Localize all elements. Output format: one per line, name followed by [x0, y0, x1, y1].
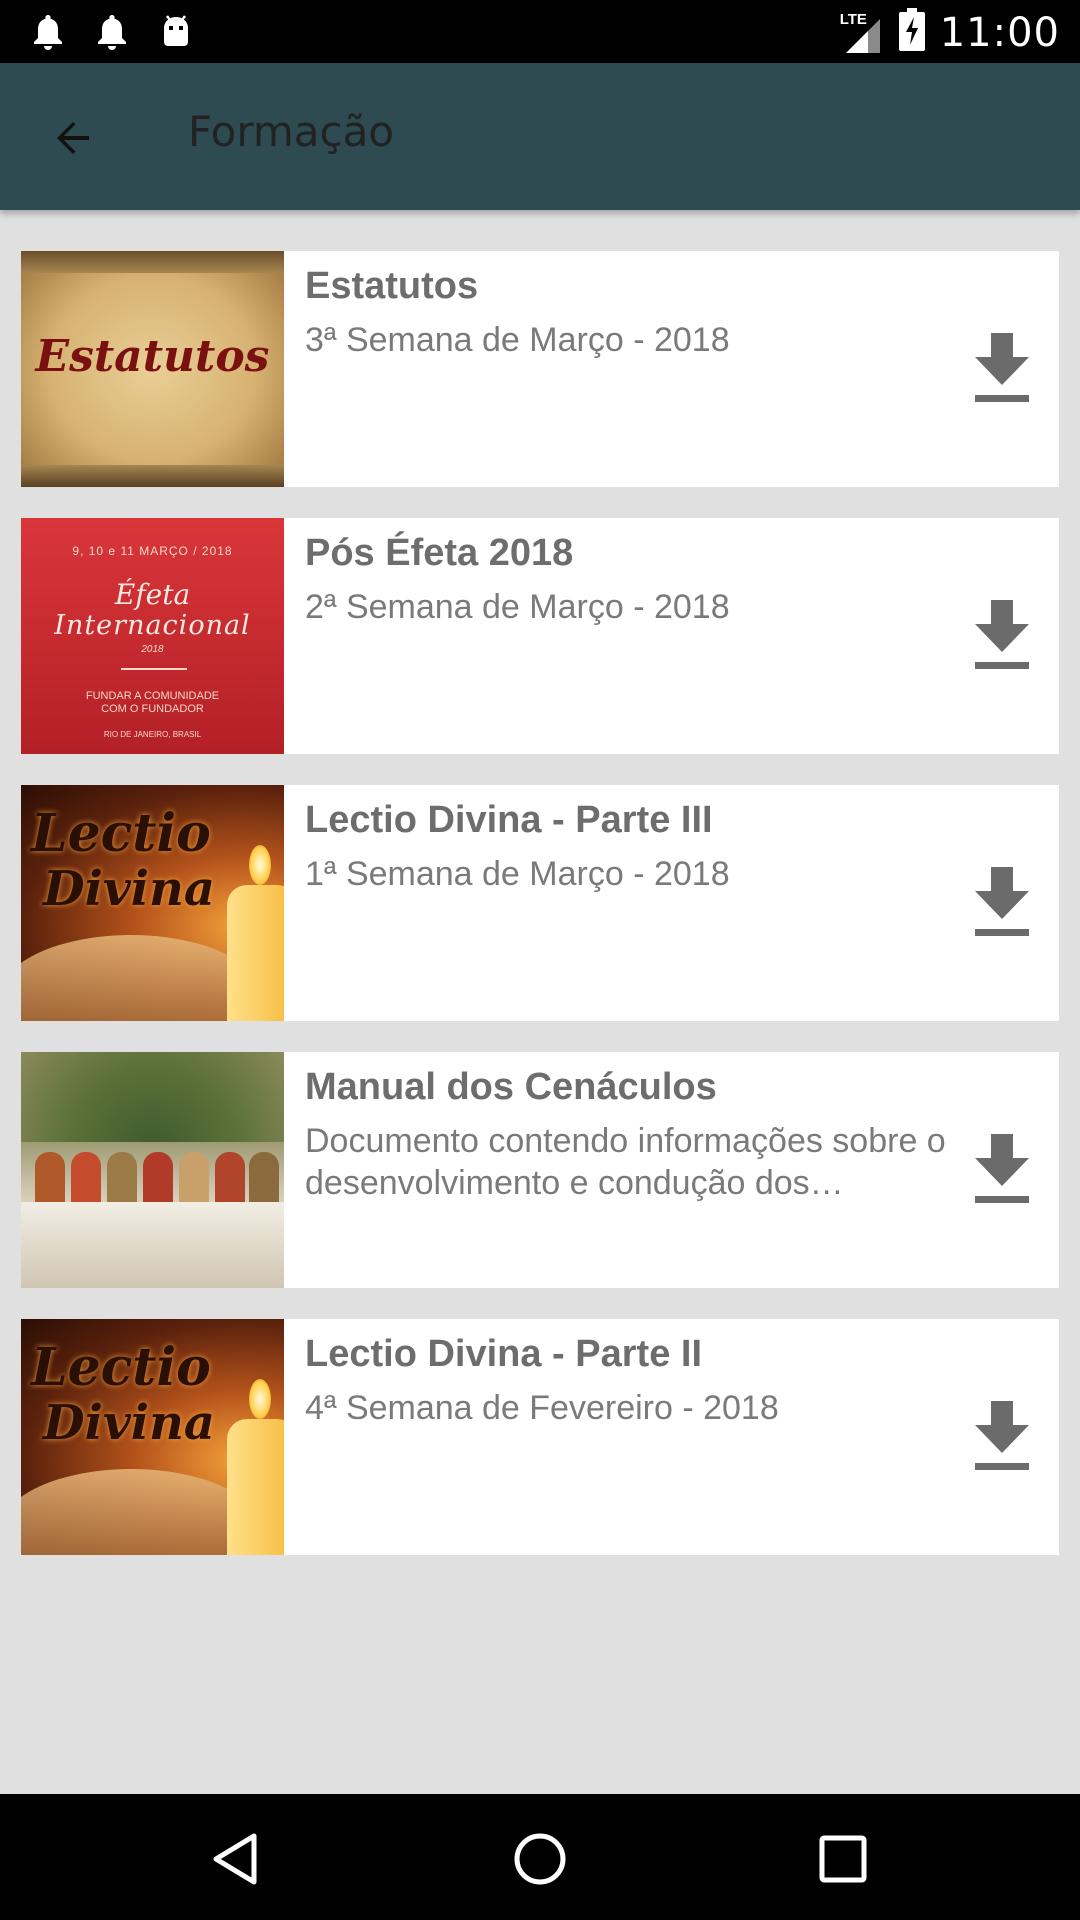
download-button[interactable]: [971, 1397, 1033, 1473]
item-title: Lectio Divina - Parte III: [305, 799, 713, 841]
thumbnail-text: 2018: [141, 644, 164, 655]
item-thumbnail: [21, 1052, 284, 1288]
download-button[interactable]: [971, 1130, 1033, 1206]
scroll-edge: [21, 251, 284, 273]
item-subtitle: 1ª Semana de Março - 2018: [305, 855, 730, 893]
android-debug-icon: [154, 10, 198, 54]
item-title: Pós Éfeta 2018: [305, 532, 574, 574]
status-indicators: LTE 11:00: [840, 8, 1060, 57]
list-item[interactable]: Estatutos Estatutos 3ª Semana de Março -…: [21, 251, 1059, 487]
item-thumbnail: Lectio Divina: [21, 785, 284, 1021]
scroll-edge: [21, 465, 284, 487]
recents-square-icon: [819, 1835, 867, 1883]
painting-background: [21, 1052, 284, 1142]
nav-recents-button[interactable]: [808, 1824, 878, 1894]
list-item[interactable]: 9, 10 e 11 MARÇO / 2018 Éfeta Internacio…: [21, 518, 1059, 754]
thumbnail-text: Internacional: [54, 610, 251, 641]
list-item[interactable]: Lectio Divina Lectio Divina - Parte III …: [21, 785, 1059, 1021]
thumbnail-text: Éfeta: [114, 578, 191, 611]
back-triangle-icon: [213, 1833, 257, 1885]
battery-charging-icon: [898, 8, 926, 57]
arrow-back-icon: [57, 122, 89, 154]
item-title: Manual dos Cenáculos: [305, 1066, 717, 1108]
notification-bell-icon: [90, 10, 134, 54]
nav-back-button[interactable]: [200, 1824, 270, 1894]
divider: [121, 668, 187, 670]
book-shape: [21, 1469, 261, 1555]
item-thumbnail: Lectio Divina: [21, 1319, 284, 1555]
app-bar: Formação: [0, 63, 1080, 210]
flame-shape: [249, 845, 271, 885]
download-icon: [975, 600, 1029, 669]
thumbnail-text: Divina: [43, 1395, 215, 1451]
book-shape: [21, 935, 261, 1021]
item-thumbnail: Estatutos: [21, 251, 284, 487]
nav-home-button[interactable]: [505, 1824, 575, 1894]
navigation-bar: [0, 1794, 1080, 1920]
status-notifications: [26, 10, 198, 54]
list-item[interactable]: Manual dos Cenáculos Documento contendo …: [21, 1052, 1059, 1288]
flame-shape: [249, 1379, 271, 1419]
download-button[interactable]: [971, 596, 1033, 672]
item-subtitle: Documento contendo informações sobre o d…: [305, 1122, 946, 1202]
back-button[interactable]: [38, 103, 108, 173]
download-icon: [975, 867, 1029, 936]
item-thumbnail: 9, 10 e 11 MARÇO / 2018 Éfeta Internacio…: [21, 518, 284, 754]
status-bar: LTE 11:00: [0, 0, 1080, 63]
thumbnail-text: FUNDAR A COMUNIDADE COM O FUNDADOR: [21, 690, 284, 716]
table-shape: [21, 1202, 284, 1288]
thumbnail-text: RIO DE JANEIRO, BRASIL: [103, 730, 202, 739]
candle-shape: [227, 885, 284, 1021]
home-circle-icon: [514, 1833, 566, 1885]
document-list: Estatutos Estatutos 3ª Semana de Março -…: [21, 251, 1059, 1586]
thumbnail-text: Lectio: [31, 1337, 211, 1398]
item-title: Lectio Divina - Parte II: [305, 1333, 702, 1375]
candle-shape: [227, 1419, 284, 1555]
download-icon: [975, 1401, 1029, 1470]
signal-icon: LTE: [840, 11, 884, 55]
item-subtitle: 4ª Semana de Fevereiro - 2018: [305, 1389, 779, 1427]
download-button[interactable]: [971, 329, 1033, 405]
thumbnail-text: Divina: [43, 861, 215, 917]
thumbnail-text: COM O FUNDADOR: [101, 703, 204, 715]
thumbnail-text: 9, 10 e 11 MARÇO / 2018: [72, 544, 233, 558]
item-subtitle: 3ª Semana de Março - 2018: [305, 321, 730, 359]
list-item[interactable]: Lectio Divina Lectio Divina - Parte II 4…: [21, 1319, 1059, 1555]
thumbnail-text: FUNDAR A COMUNIDADE: [85, 690, 220, 702]
download-icon: [975, 1134, 1029, 1203]
thumbnail-text: Lectio: [31, 803, 211, 864]
page-title: Formação: [188, 107, 395, 156]
thumbnail-text: Estatutos: [35, 331, 270, 382]
download-icon: [975, 333, 1029, 402]
download-button[interactable]: [971, 863, 1033, 939]
notification-bell-icon: [26, 10, 70, 54]
item-subtitle: 2ª Semana de Março - 2018: [305, 588, 730, 626]
status-time: 11:00: [939, 9, 1060, 56]
item-title: Estatutos: [305, 265, 479, 307]
